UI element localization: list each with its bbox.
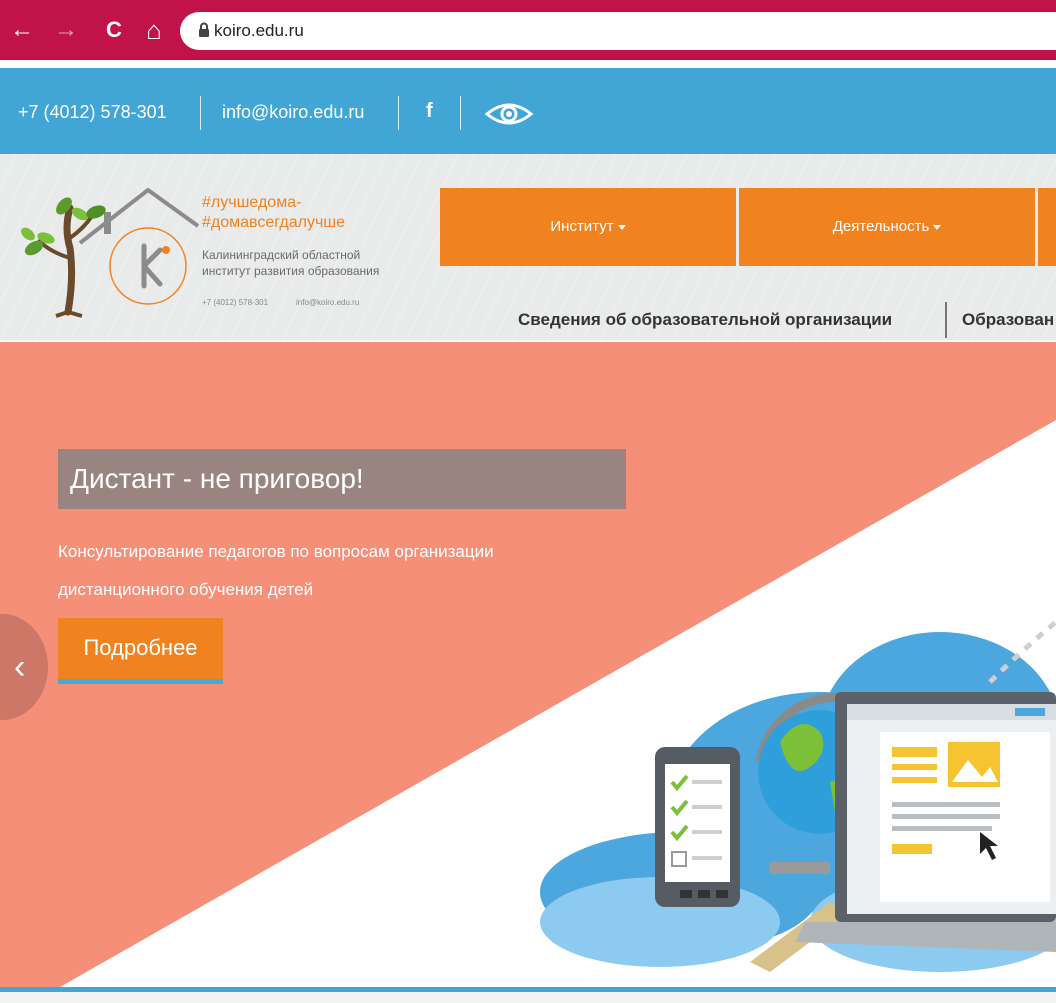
- elearning-illustration: [540, 620, 1056, 972]
- slide-description-line-1: Консультирование педагогов по вопросам о…: [58, 542, 494, 561]
- hashtag-line-2: #домавсегдалучше: [202, 214, 346, 231]
- back-button[interactable]: ←: [6, 14, 38, 46]
- submenu-education[interactable]: Образован: [962, 310, 1054, 330]
- forward-button[interactable]: →: [50, 14, 82, 46]
- reload-button[interactable]: C: [98, 14, 130, 46]
- logo-image[interactable]: [20, 188, 200, 318]
- institute-name: Калининградский областной институт разви…: [202, 247, 379, 279]
- institute-name-line-2: институт развития образования: [202, 264, 380, 278]
- slide-description-line-2: дистанционного обучения детей: [58, 580, 314, 599]
- menu-item-next[interactable]: [1038, 188, 1056, 266]
- address-bar[interactable]: [180, 12, 1056, 50]
- more-button[interactable]: Подробнее: [58, 618, 223, 684]
- phone-link[interactable]: +7 (4012) 578-301: [18, 102, 167, 123]
- topbar-divider: [398, 96, 399, 130]
- slide-description: Консультирование педагогов по вопросам о…: [58, 533, 578, 609]
- url-text: koiro.edu.ru: [214, 21, 304, 40]
- home-button[interactable]: ⌂: [138, 14, 170, 46]
- logo-phone: +7 (4012) 578-301: [202, 298, 269, 307]
- chevron-down-icon: [933, 224, 942, 230]
- topbar-divider: [200, 96, 201, 130]
- chevron-left-icon[interactable]: ‹: [14, 650, 25, 684]
- facebook-icon[interactable]: f: [426, 100, 433, 123]
- page-footer-strip: [0, 992, 1056, 1003]
- submenu-org-info[interactable]: Сведения об образовательной организации: [518, 310, 892, 330]
- email-link[interactable]: info@koiro.edu.ru: [222, 102, 364, 123]
- slide-title: Дистант - не приговор!: [70, 463, 364, 494]
- menu-item-label: Деятельность: [832, 218, 930, 235]
- eye-icon[interactable]: [484, 100, 534, 128]
- institute-name-line-1: Калининградский областной: [202, 248, 361, 262]
- submenu-divider: [945, 302, 947, 338]
- menu-item-label: Институт: [550, 218, 614, 235]
- logo-email: info@koiro.edu.ru: [296, 298, 360, 307]
- logo-hashtags: #лучшедома- #домавсегдалучше: [202, 193, 345, 233]
- menu-item-activity[interactable]: Деятельность: [739, 188, 1035, 266]
- hashtag-line-1: #лучшедома-: [202, 194, 302, 211]
- topbar-divider: [460, 96, 461, 130]
- chevron-down-icon: [617, 224, 626, 230]
- menu-item-institute[interactable]: Институт: [440, 188, 736, 266]
- lock-icon: [199, 22, 209, 37]
